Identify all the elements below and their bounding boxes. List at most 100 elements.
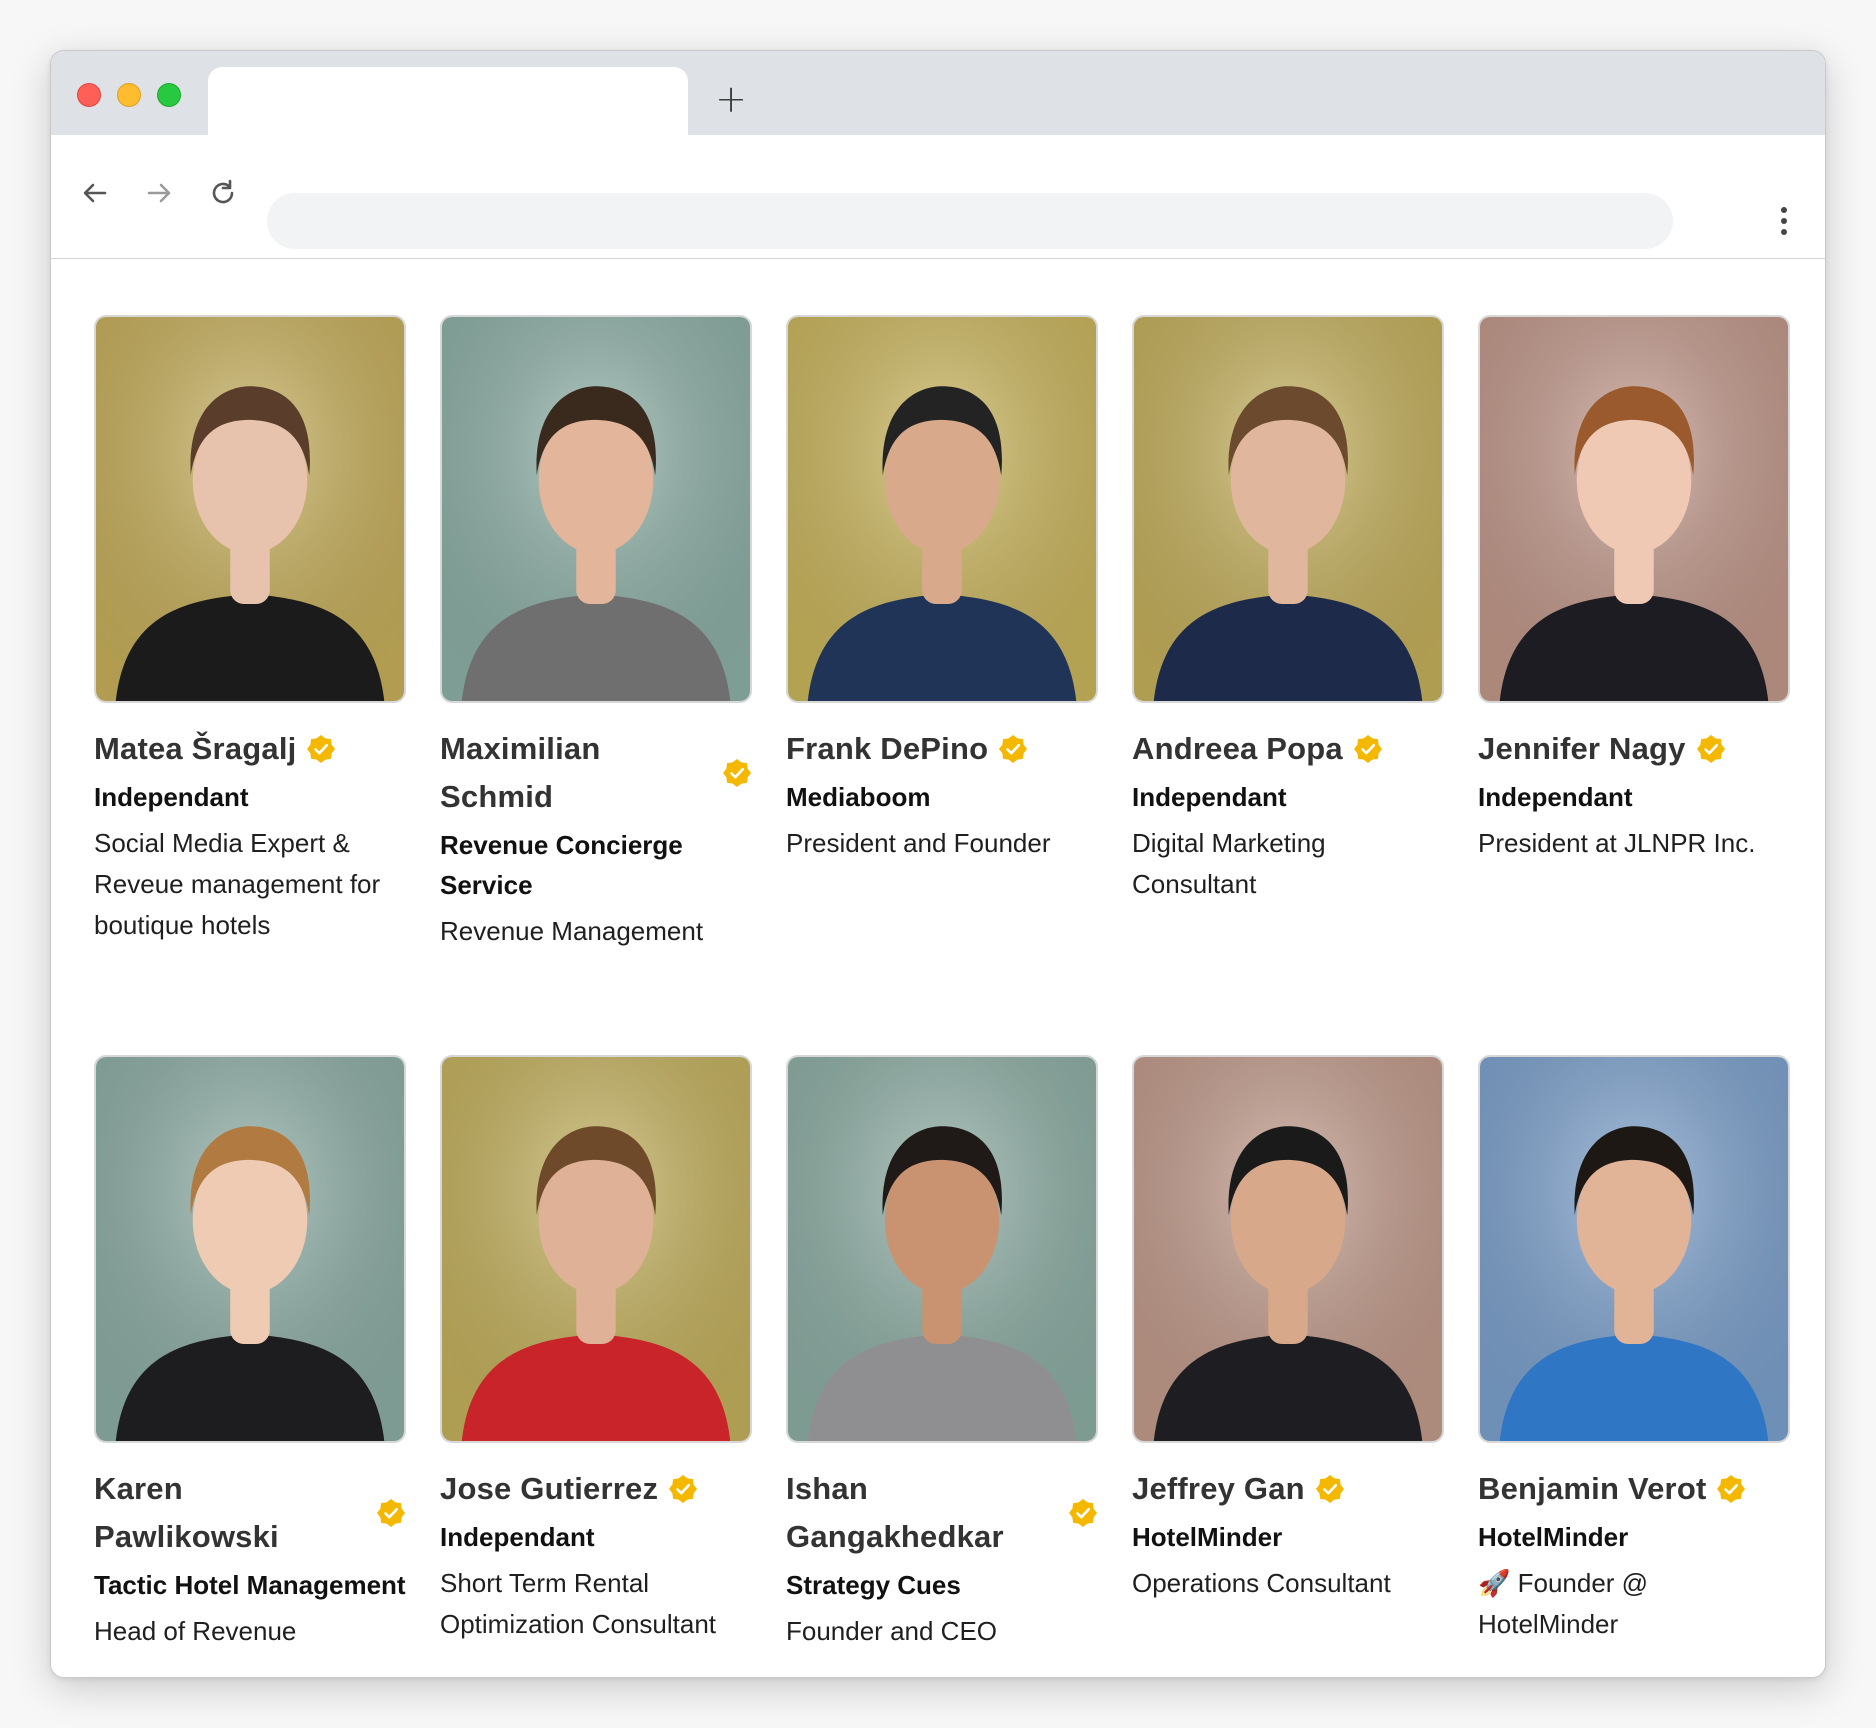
reload-button[interactable] xyxy=(201,171,245,215)
person-card[interactable]: Frank DePino Mediaboom President and Fou… xyxy=(786,315,1098,1055)
person-company: HotelMinder xyxy=(1478,1522,1629,1552)
people-grid: Matea Šragalj Independant Social Media E… xyxy=(94,315,1790,1677)
person-name[interactable]: Maximilian Schmid xyxy=(440,725,702,821)
person-name[interactable]: Karen Pawlikowski xyxy=(94,1465,356,1561)
person-photo[interactable] xyxy=(786,315,1098,703)
person-name-row: Maximilian Schmid xyxy=(440,725,752,821)
address-bar[interactable] xyxy=(267,193,1673,249)
person-card[interactable]: Jennifer Nagy Independant President at J… xyxy=(1478,315,1790,1055)
person-card[interactable]: Ishan Gangakhedkar Strategy Cues Founder… xyxy=(786,1055,1098,1677)
browser-menu-button[interactable] xyxy=(1769,203,1799,239)
forward-button[interactable] xyxy=(137,171,181,215)
verified-badge-icon xyxy=(1069,1499,1097,1527)
person-photo[interactable] xyxy=(1132,315,1444,703)
person-photo[interactable] xyxy=(1132,1055,1444,1443)
person-name-row: Karen Pawlikowski xyxy=(94,1465,406,1561)
person-card[interactable]: Matea Šragalj Independant Social Media E… xyxy=(94,315,406,1055)
portrait-image xyxy=(1134,1057,1442,1441)
portrait-image xyxy=(1480,317,1788,701)
person-name[interactable]: Jose Gutierrez xyxy=(440,1465,658,1513)
menu-dot-icon xyxy=(1781,218,1787,224)
verified-badge-icon xyxy=(377,1499,405,1527)
person-role: Revenue Management xyxy=(440,916,704,946)
person-name[interactable]: Jeffrey Gan xyxy=(1132,1465,1305,1513)
person-role: Founder and CEO xyxy=(786,1616,998,1646)
person-role: President and Founder xyxy=(786,828,1051,858)
person-name-row: Andreea Popa xyxy=(1132,725,1444,773)
verified-badge-icon xyxy=(669,1475,698,1503)
person-card[interactable]: Jeffrey Gan HotelMinder Operations Consu… xyxy=(1132,1055,1444,1677)
title-bar: + xyxy=(51,51,1825,135)
portrait-image xyxy=(1480,1057,1788,1441)
portrait-image xyxy=(1134,317,1442,701)
page-content: Matea Šragalj Independant Social Media E… xyxy=(51,259,1825,1677)
person-photo[interactable] xyxy=(94,315,406,703)
person-card[interactable]: Maximilian Schmid Revenue Concierge Serv… xyxy=(440,315,752,1055)
person-photo[interactable] xyxy=(786,1055,1098,1443)
person-name[interactable]: Ishan Gangakhedkar xyxy=(786,1465,1048,1561)
person-company: Revenue Concierge Service xyxy=(440,830,683,900)
reload-icon xyxy=(212,179,234,204)
back-button[interactable] xyxy=(73,171,117,215)
person-company: Independant xyxy=(94,782,249,812)
person-role: 🚀 Founder @ HotelMinder xyxy=(1478,1568,1649,1639)
person-photo[interactable] xyxy=(440,1055,752,1443)
person-role: Social Media Expert & Reveue management … xyxy=(94,828,381,940)
person-card[interactable]: Karen Pawlikowski Tactic Hotel Managemen… xyxy=(94,1055,406,1677)
menu-dot-icon xyxy=(1781,207,1787,213)
person-role: Short Term Rental Optimization Consultan… xyxy=(440,1568,717,1639)
menu-dot-icon xyxy=(1781,229,1787,235)
arrow-left-icon xyxy=(83,183,107,203)
verified-badge-icon xyxy=(1696,735,1725,763)
person-card[interactable]: Benjamin Verot HotelMinder 🚀 Founder @ H… xyxy=(1478,1055,1790,1677)
verified-badge-icon xyxy=(1315,1475,1344,1503)
person-name[interactable]: Andreea Popa xyxy=(1132,725,1343,773)
browser-window: + Matea Šragalj Independant Social Media… xyxy=(50,50,1826,1678)
close-window-button[interactable] xyxy=(77,83,101,107)
verified-badge-icon xyxy=(1717,1475,1746,1503)
portrait-image xyxy=(96,1057,404,1441)
new-tab-button[interactable]: + xyxy=(711,79,751,119)
person-photo[interactable] xyxy=(440,315,752,703)
arrow-right-icon xyxy=(147,183,171,203)
portrait-image xyxy=(96,317,404,701)
person-name-row: Benjamin Verot xyxy=(1478,1465,1790,1513)
person-name[interactable]: Frank DePino xyxy=(786,725,988,773)
person-company: HotelMinder xyxy=(1132,1522,1283,1552)
person-name-row: Matea Šragalj xyxy=(94,725,406,773)
person-card[interactable]: Andreea Popa Independant Digital Marketi… xyxy=(1132,315,1444,1055)
person-role: Operations Consultant xyxy=(1132,1568,1391,1598)
portrait-image xyxy=(788,1057,1096,1441)
person-company: Independant xyxy=(1132,782,1287,812)
person-photo[interactable] xyxy=(1478,315,1790,703)
portrait-image xyxy=(788,317,1096,701)
person-name-row: Frank DePino xyxy=(786,725,1098,773)
person-photo[interactable] xyxy=(1478,1055,1790,1443)
person-company: Tactic Hotel Management xyxy=(94,1570,406,1600)
verified-badge-icon xyxy=(723,759,751,787)
person-name-row: Jennifer Nagy xyxy=(1478,725,1790,773)
person-name[interactable]: Jennifer Nagy xyxy=(1478,725,1686,773)
person-company: Independant xyxy=(1478,782,1633,812)
person-photo[interactable] xyxy=(94,1055,406,1443)
person-name-row: Jeffrey Gan xyxy=(1132,1465,1444,1513)
person-role: President at JLNPR Inc. xyxy=(1478,828,1756,858)
browser-tab-active[interactable] xyxy=(208,67,688,135)
verified-badge-icon xyxy=(999,735,1028,763)
browser-toolbar xyxy=(51,135,1825,259)
portrait-image xyxy=(442,1057,750,1441)
person-name[interactable]: Matea Šragalj xyxy=(94,725,296,773)
verified-badge-icon xyxy=(1353,735,1382,763)
maximize-window-button[interactable] xyxy=(157,83,181,107)
person-role: Digital Marketing Consultant xyxy=(1132,828,1326,899)
minimize-window-button[interactable] xyxy=(117,83,141,107)
person-company: Independant xyxy=(440,1522,595,1552)
person-company: Mediaboom xyxy=(786,782,931,812)
verified-badge-icon xyxy=(307,735,336,763)
person-card[interactable]: Jose Gutierrez Independant Short Term Re… xyxy=(440,1055,752,1677)
person-name-row: Ishan Gangakhedkar xyxy=(786,1465,1098,1561)
person-name-row: Jose Gutierrez xyxy=(440,1465,752,1513)
person-role: Head of Revenue xyxy=(94,1616,297,1646)
person-name[interactable]: Benjamin Verot xyxy=(1478,1465,1706,1513)
portrait-image xyxy=(442,317,750,701)
